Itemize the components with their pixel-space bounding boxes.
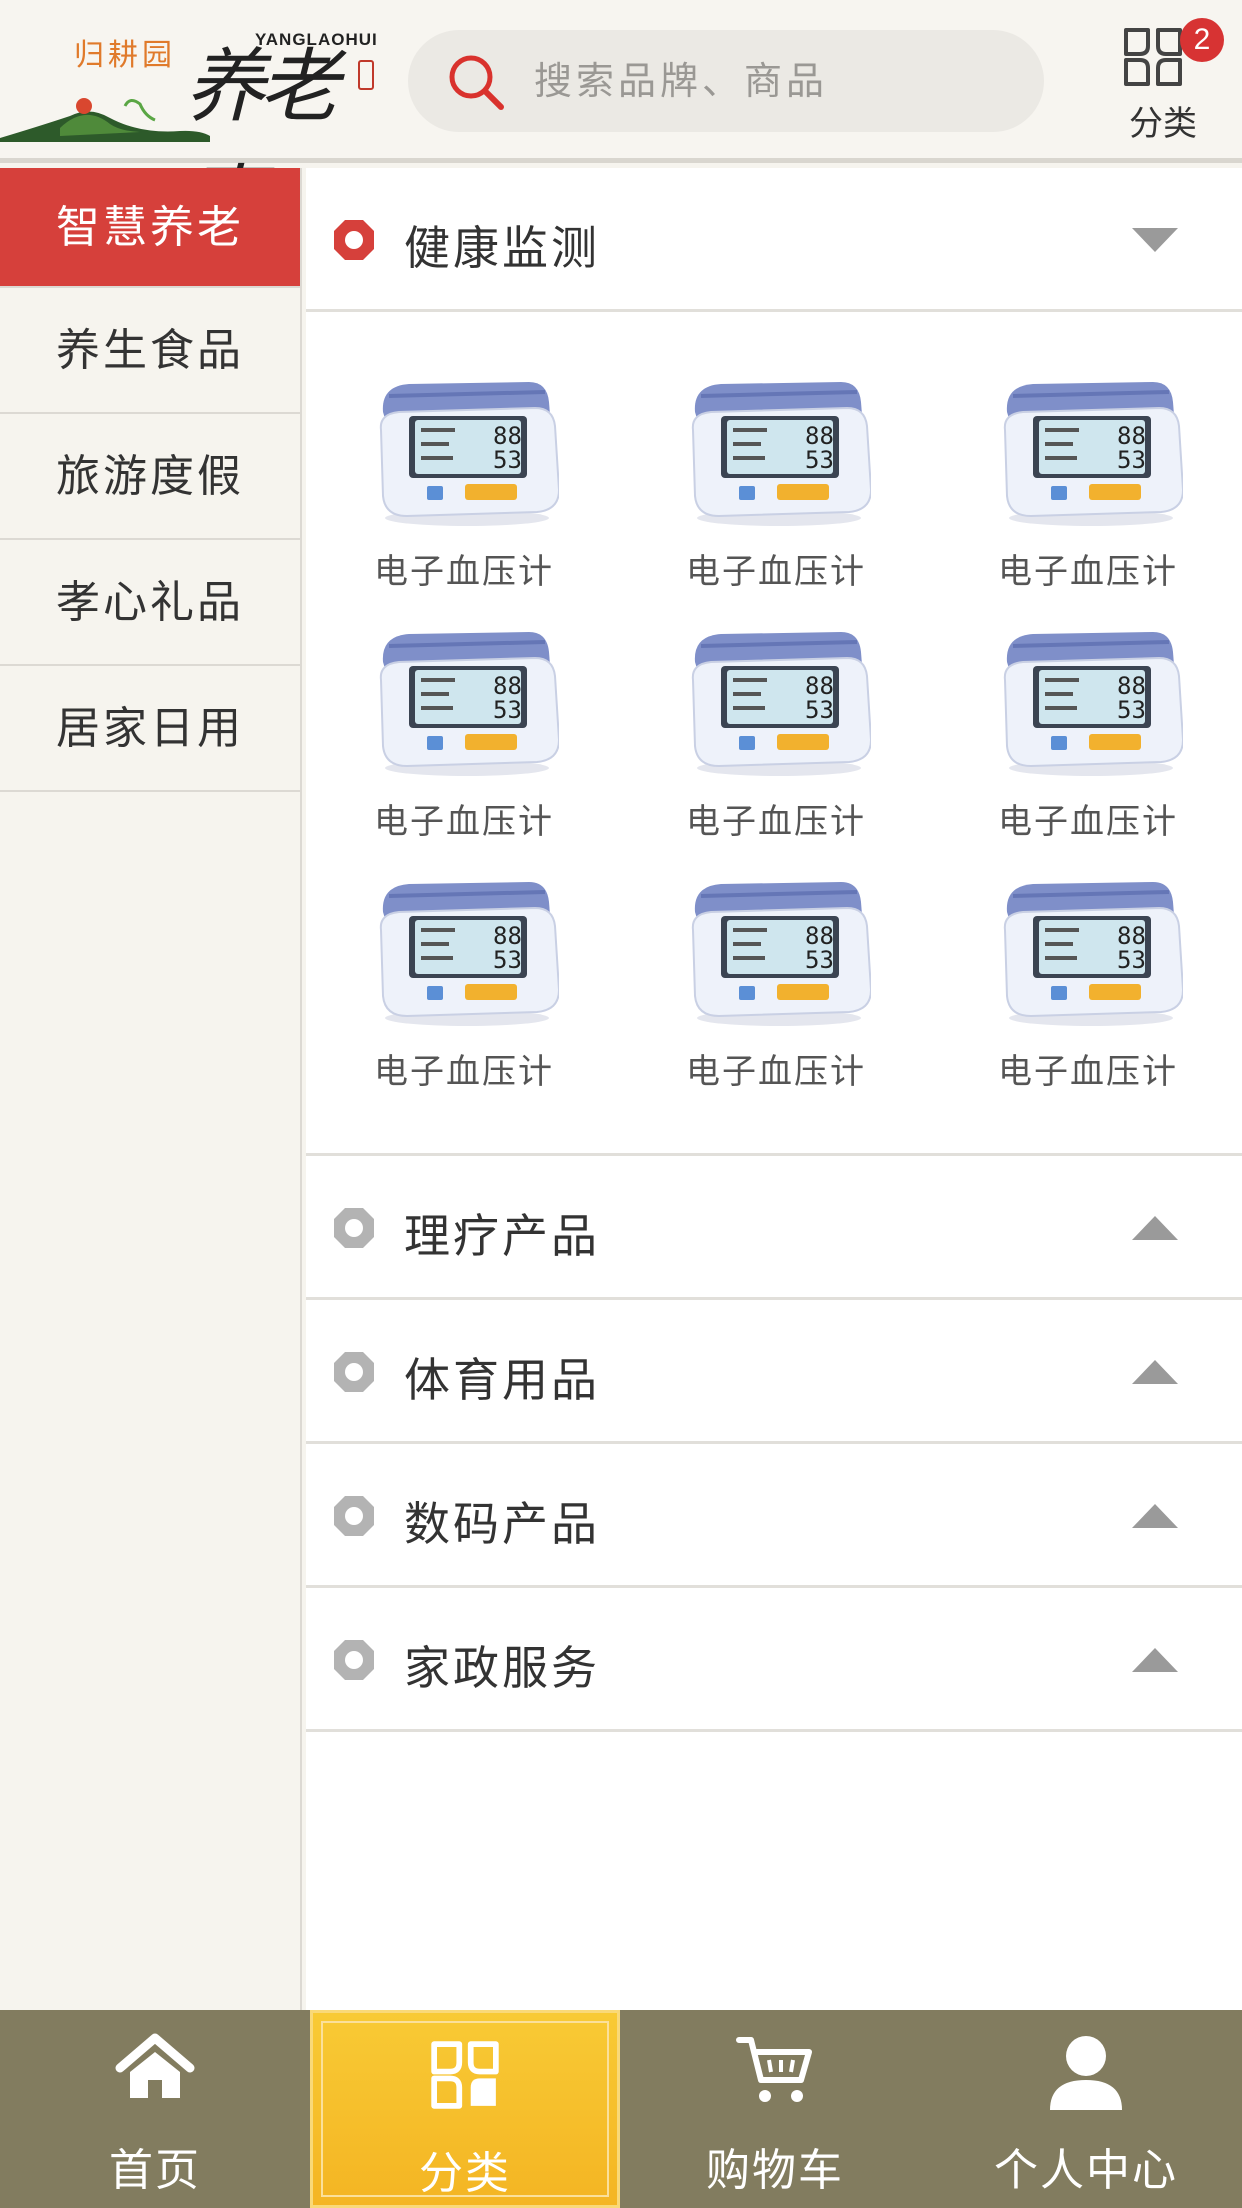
svg-text:53: 53 <box>805 446 834 474</box>
product-grid: 88 53 电子血压计 88 53 电子血压计 88 53 电子血压计 88 5… <box>306 312 1242 1156</box>
nav-cart[interactable]: 购物车 <box>620 2010 930 2208</box>
section-active-dot-icon <box>334 220 374 260</box>
svg-text:53: 53 <box>493 946 522 974</box>
svg-text:53: 53 <box>1117 446 1146 474</box>
section-header-health-monitoring[interactable]: 健康监测 <box>306 168 1242 312</box>
svg-text:53: 53 <box>1117 696 1146 724</box>
category-button[interactable]: 2 分类 <box>1108 14 1224 144</box>
product-card[interactable]: 88 53 电子血压计 <box>364 622 564 852</box>
section-title: 健康监测 <box>404 221 600 275</box>
section-title: 体育用品 <box>404 1353 600 1407</box>
blood-pressure-monitor-image: 88 53 <box>1003 382 1185 526</box>
category-content: 健康监测 88 53 电子血压计 88 53 电子血压计 88 53 电子血压计… <box>306 168 1242 2010</box>
nav-category[interactable]: 分类 <box>310 2010 620 2208</box>
sidebar-item-travel[interactable]: 旅游度假 <box>0 414 300 540</box>
product-card[interactable]: 88 53 电子血压计 <box>676 372 876 602</box>
svg-text:53: 53 <box>1117 946 1146 974</box>
product-card[interactable]: 88 53 电子血压计 <box>364 872 564 1102</box>
home-icon <box>115 2033 195 2098</box>
nav-home[interactable]: 首页 <box>0 2010 310 2208</box>
product-name: 电子血压计 <box>998 802 1178 842</box>
sidebar-item-gifts[interactable]: 孝心礼品 <box>0 540 300 666</box>
product-name: 电子血压计 <box>686 552 866 592</box>
cart-icon <box>736 2037 812 2102</box>
user-icon <box>1050 2036 1122 2110</box>
nav-cart-label: 购物车 <box>706 2145 844 2196</box>
section-header-physiotherapy[interactable]: 理疗产品 <box>306 1156 1242 1300</box>
brand-en-text: YANGLAOHUI <box>255 30 378 49</box>
chevron-down-icon <box>1132 228 1178 252</box>
chevron-up-icon <box>1132 1504 1178 1528</box>
search-input[interactable] <box>534 50 1014 112</box>
product-name: 电子血压计 <box>998 1052 1178 1092</box>
search-bar[interactable] <box>408 30 1044 132</box>
category-icon <box>431 2041 499 2109</box>
nav-profile[interactable]: 个人中心 <box>930 2010 1242 2208</box>
product-card[interactable]: 88 53 电子血压计 <box>988 372 1188 602</box>
svg-text:53: 53 <box>805 946 834 974</box>
product-name: 电子血压计 <box>374 1052 554 1092</box>
blood-pressure-monitor-image: 88 53 <box>379 632 561 776</box>
section-title: 家政服务 <box>404 1641 600 1695</box>
seal-icon <box>358 60 374 90</box>
category-label: 分类 <box>1129 104 1197 144</box>
product-name: 电子血压计 <box>686 802 866 842</box>
blood-pressure-monitor-image: 88 53 <box>1003 632 1185 776</box>
logo[interactable]: 归耕园 养老惠 YANGLAOHUI <box>0 10 380 249</box>
section-dot-icon <box>334 1496 374 1536</box>
svg-text:53: 53 <box>493 446 522 474</box>
section-title: 数码产品 <box>404 1497 600 1551</box>
nav-profile-label: 个人中心 <box>994 2145 1178 2196</box>
product-name: 电子血压计 <box>374 552 554 592</box>
blood-pressure-monitor-image: 88 53 <box>691 632 873 776</box>
blood-pressure-monitor-image: 88 53 <box>691 382 873 526</box>
section-header-housekeeping[interactable]: 家政服务 <box>306 1588 1242 1732</box>
section-dot-icon <box>334 1352 374 1392</box>
section-title: 理疗产品 <box>404 1209 600 1263</box>
blood-pressure-monitor-image: 88 53 <box>691 882 873 1026</box>
svg-text:53: 53 <box>805 696 834 724</box>
sidebar-item-household[interactable]: 居家日用 <box>0 666 300 792</box>
product-card[interactable]: 88 53 电子血压计 <box>676 872 876 1102</box>
chevron-up-icon <box>1132 1360 1178 1384</box>
product-name: 电子血压计 <box>998 552 1178 592</box>
svg-text:53: 53 <box>493 696 522 724</box>
hills-logo-icon <box>0 98 210 142</box>
category-icon <box>1124 28 1182 86</box>
blood-pressure-monitor-image: 88 53 <box>379 882 561 1026</box>
category-sidebar: 智慧养老 养生食品 旅游度假 孝心礼品 居家日用 <box>0 168 302 2010</box>
nav-home-label: 首页 <box>109 2145 201 2196</box>
section-dot-icon <box>334 1640 374 1680</box>
section-header-sports[interactable]: 体育用品 <box>306 1300 1242 1444</box>
sidebar-item-smart-elderly-care[interactable]: 智慧养老 <box>0 168 300 288</box>
cart-count-badge: 2 <box>1180 18 1224 62</box>
chevron-up-icon <box>1132 1648 1178 1672</box>
product-name: 电子血压计 <box>374 802 554 842</box>
sidebar-item-health-food[interactable]: 养生食品 <box>0 288 300 414</box>
product-card[interactable]: 88 53 电子血压计 <box>988 622 1188 852</box>
search-icon[interactable] <box>446 52 506 112</box>
chevron-up-icon <box>1132 1216 1178 1240</box>
brand-small-text: 归耕园 <box>74 38 176 73</box>
header: 归耕园 养老惠 YANGLAOHUI 2 分类 <box>0 0 1242 249</box>
product-card[interactable]: 88 53 电子血压计 <box>988 872 1188 1102</box>
nav-category-label: 分类 <box>419 2148 511 2199</box>
section-dot-icon <box>334 1208 374 1248</box>
blood-pressure-monitor-image: 88 53 <box>1003 882 1185 1026</box>
product-name: 电子血压计 <box>686 1052 866 1092</box>
product-card[interactable]: 88 53 电子血压计 <box>364 372 564 602</box>
blood-pressure-monitor-image: 88 53 <box>379 382 561 526</box>
section-header-digital[interactable]: 数码产品 <box>306 1444 1242 1588</box>
bottom-nav: 首页 分类 购物车 个人中心 <box>0 2010 1242 2208</box>
product-card[interactable]: 88 53 电子血压计 <box>676 622 876 852</box>
